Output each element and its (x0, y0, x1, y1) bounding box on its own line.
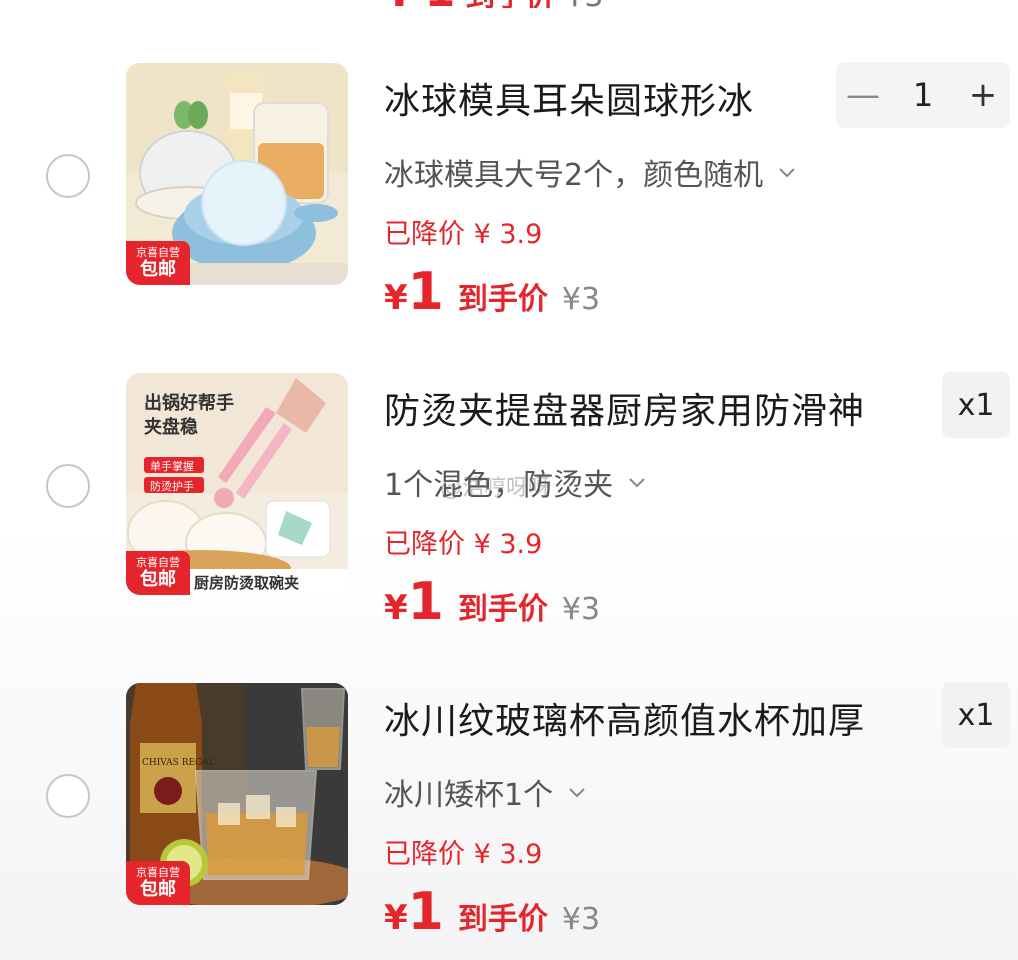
self-operated-badge: 京喜自营 包邮 (126, 241, 190, 285)
quantity-badge[interactable]: x1 (942, 372, 1010, 438)
quantity-stepper: — 1 + (836, 62, 1010, 128)
price-number: 1 (407, 882, 444, 942)
cart-item: 京喜自营 包邮 冰球模具耳朵圆球形冰 冰球模具大号2个，颜色随机 已降价 ¥ 3… (0, 0, 1018, 322)
product-image[interactable]: 京喜自营 包邮 (126, 63, 348, 285)
variant-selector[interactable]: 1个混色，防烫夹 (384, 460, 647, 504)
badge-free-shipping-text: 包邮 (140, 569, 176, 590)
final-price-label: 到手价 (457, 902, 548, 937)
chevron-down-icon (569, 788, 585, 798)
badge-free-shipping-text: 包邮 (140, 879, 176, 900)
cart-item: 出锅好帮手 夹盘稳 单手掌握 防烫护手 厨房防烫取碗夹 京喜自营 包邮 防烫夹提… (0, 310, 1018, 632)
price-dropped-text: 已降价 ¥ 3.9 (384, 529, 543, 560)
select-item-radio[interactable] (46, 774, 90, 818)
variant-selector[interactable]: 冰球模具大号2个，颜色随机 (384, 150, 797, 194)
product-image[interactable]: CHIVAS REGAL 京喜自营 包邮 (126, 683, 348, 905)
select-item-radio[interactable] (46, 154, 90, 198)
decrease-quantity-button[interactable]: — (836, 62, 890, 128)
image-caption-2: 夹盘稳 (144, 416, 198, 438)
badge-top-text: 京喜自营 (136, 866, 180, 879)
original-price: ¥3 (561, 902, 601, 937)
image-footer-caption: 厨房防烫取碗夹 (194, 574, 299, 592)
product-image[interactable]: 出锅好帮手 夹盘稳 单手掌握 防烫护手 厨房防烫取碗夹 京喜自营 包邮 (126, 373, 348, 595)
chevron-down-icon (629, 478, 645, 488)
price-yen: ¥ (384, 898, 408, 938)
badge-free-shipping-text: 包邮 (140, 259, 176, 280)
chevron-down-icon (779, 168, 795, 178)
bottle-label-text: CHIVAS REGAL (142, 758, 215, 768)
variant-text: 冰川矮杯1个 (384, 778, 554, 813)
badge-top-text: 京喜自营 (136, 556, 180, 569)
image-caption-1: 出锅好帮手 (144, 392, 234, 414)
variant-text: 冰球模具大号2个，颜色随机 (384, 158, 764, 193)
self-operated-badge: 京喜自营 包邮 (126, 551, 190, 595)
increase-quantity-button[interactable]: + (956, 62, 1010, 128)
variant-selector[interactable]: 冰川矮杯1个 (384, 770, 587, 814)
final-price-row: ¥ 1 到手价 ¥3 (384, 882, 600, 942)
product-title[interactable]: 冰川纹玻璃杯高颜值水杯加厚 (384, 692, 924, 744)
self-operated-badge: 京喜自营 包邮 (126, 861, 190, 905)
product-title[interactable]: 防烫夹提盘器厨房家用防滑神 (384, 382, 924, 434)
variant-text: 1个混色，防烫夹 (384, 468, 614, 503)
select-item-radio[interactable] (46, 464, 90, 508)
badge-top-text: 京喜自营 (136, 246, 180, 259)
quantity-value[interactable]: 1 (890, 76, 956, 114)
quantity-badge[interactable]: x1 (942, 682, 1010, 748)
price-dropped-text: 已降价 ¥ 3.9 (384, 219, 543, 250)
price-dropped-text: 已降价 ¥ 3.9 (384, 839, 543, 870)
image-tag-2: 防烫护手 (150, 479, 194, 493)
image-tag-1: 单手掌握 (150, 459, 194, 473)
cart-item: CHIVAS REGAL 京喜自营 包邮 冰川纹玻璃杯高颜值水杯加厚 冰川矮杯1… (0, 620, 1018, 942)
